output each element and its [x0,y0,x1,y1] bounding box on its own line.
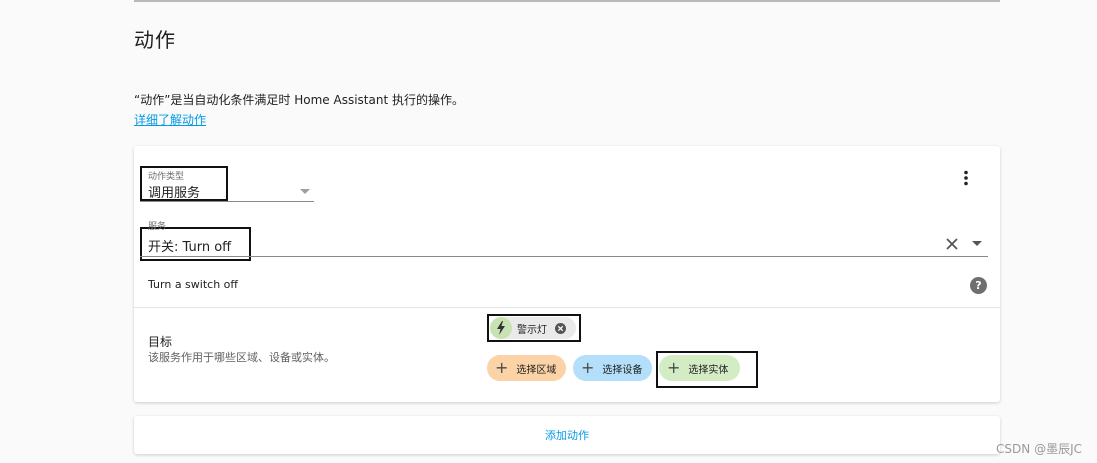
plus-icon: + [667,358,681,377]
service-underline [140,256,988,257]
watermark: CSDN @墨辰JC [996,442,1082,456]
more-vert-icon[interactable] [963,170,969,186]
add-action-card: 添加动作 [134,416,1000,454]
select-device-label: 选择设备 [602,364,643,376]
target-title: 目标 [148,335,173,349]
top-divider [134,0,1000,2]
select-area-chip[interactable]: + 选择区域 [487,355,566,381]
section-title: 动作 [134,28,176,52]
action-type-underline [140,201,314,202]
plus-icon: + [581,358,595,377]
target-description: 该服务作用于哪些区域、设备或实体。 [148,351,335,364]
divider [134,307,1000,308]
selected-entity-label: 警示灯 [517,324,547,336]
plus-icon: + [495,358,509,377]
clear-icon[interactable] [946,238,958,250]
chevron-down-icon [300,189,310,194]
action-type-label: 动作类型 [148,172,185,182]
service-label: 服务 [148,222,167,232]
select-area-label: 选择区域 [516,364,557,376]
action-type-value: 调用服务 [148,186,201,201]
service-value: 开关: Turn off [148,240,232,255]
select-device-chip[interactable]: + 选择设备 [573,355,652,381]
lightning-icon [490,317,512,339]
section-description: “动作”是当自动化条件满足时 Home Assistant 执行的操作。 [134,93,464,107]
select-entity-chip[interactable]: + 选择实体 [659,355,740,381]
service-field[interactable]: 服务 开关: Turn off [140,219,988,261]
service-description: Turn a switch off [148,278,238,291]
chevron-down-icon[interactable] [972,241,982,247]
select-entity-label: 选择实体 [688,364,729,376]
remove-icon[interactable] [555,322,566,334]
action-card: 动作类型 调用服务 服务 开关: Turn off Turn a switch … [134,146,1000,402]
learn-more-link[interactable]: 详细了解动作 [134,111,206,128]
selected-entity-chip[interactable]: 警示灯 [490,317,576,339]
add-action-button[interactable]: 添加动作 [134,416,1000,454]
help-icon[interactable]: ? [970,277,987,294]
action-type-select[interactable]: 动作类型 调用服务 [140,166,314,202]
